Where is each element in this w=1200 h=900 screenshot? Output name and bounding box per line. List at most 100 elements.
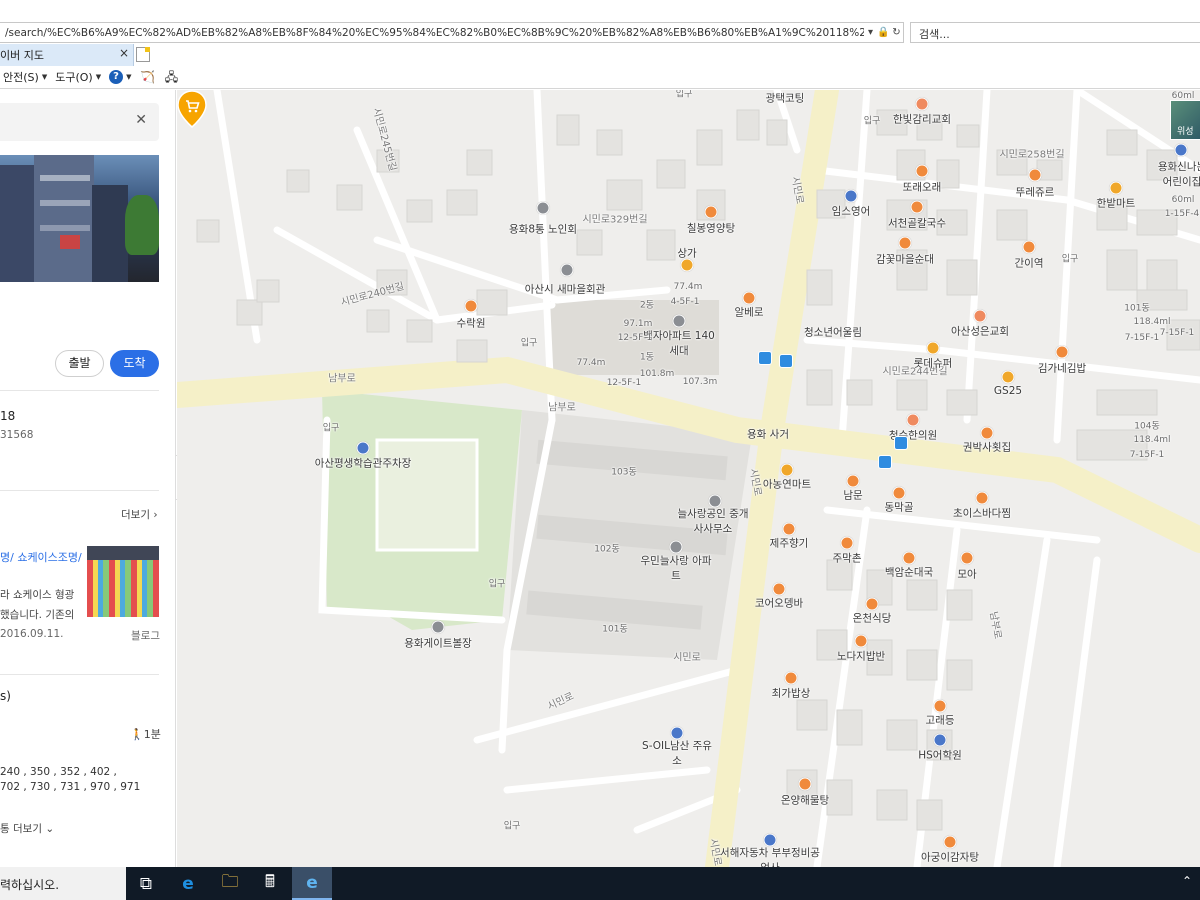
internet-explorer-icon[interactable]: e bbox=[292, 867, 332, 900]
place-goraedeung[interactable]: 고래등 bbox=[926, 713, 955, 728]
restaurant-icon[interactable] bbox=[943, 835, 957, 849]
place-onyang[interactable]: 온양해물탕 bbox=[781, 793, 829, 808]
place-soil[interactable]: S-OIL남산 주유소 bbox=[642, 738, 712, 768]
place-surakwon[interactable]: 수락원 bbox=[457, 316, 486, 331]
convenience-icon[interactable] bbox=[1001, 370, 1015, 384]
restaurant-icon[interactable] bbox=[854, 634, 868, 648]
place-hanbat[interactable]: 한밭마트 bbox=[1097, 196, 1136, 211]
menu-safety[interactable]: 안전(S) ▼ bbox=[3, 69, 47, 85]
address-url[interactable]: /search/%EC%B6%A9%EC%82%AD%EB%82%A8%EB%8… bbox=[0, 27, 864, 39]
map-canvas[interactable]: 시민로245번길 시민로240번길 시민로329번길 시민로258번길 시민로2… bbox=[177, 90, 1200, 867]
blog-thumbnail[interactable] bbox=[87, 546, 159, 617]
restaurant-icon[interactable] bbox=[902, 551, 916, 565]
mart-icon[interactable] bbox=[1109, 181, 1123, 195]
restaurant-icon[interactable] bbox=[846, 474, 860, 488]
place-choiga[interactable]: 최가밥상 bbox=[772, 686, 811, 701]
place-neulsarang[interactable]: 늘사랑공인 중개사사무소 bbox=[673, 506, 753, 536]
depart-button[interactable]: 출발 bbox=[55, 350, 104, 377]
place-parking[interactable]: 아산평생학습관주차장 bbox=[315, 456, 412, 471]
restaurant-icon[interactable] bbox=[898, 236, 912, 250]
apartment-icon[interactable] bbox=[672, 314, 686, 328]
place-oncheon[interactable]: 온천식당 bbox=[853, 611, 892, 626]
church-icon[interactable] bbox=[915, 97, 929, 111]
place-nodaji[interactable]: 노다지밥반 bbox=[837, 649, 885, 664]
place-asan-saemaeul[interactable]: 아산시 새마을회관 bbox=[520, 282, 610, 297]
taskbar-search-input[interactable]: 력하십시오. bbox=[0, 867, 126, 900]
apartment-icon[interactable] bbox=[669, 540, 683, 554]
parking-icon[interactable] bbox=[356, 441, 370, 455]
place-anong[interactable]: 아농연마트 bbox=[763, 477, 811, 492]
place-kindergarten[interactable]: 용화신나는 어린이집 bbox=[1152, 159, 1200, 189]
browser-search-input[interactable]: 검색... bbox=[910, 22, 1200, 43]
place-hs[interactable]: HS어학원 bbox=[918, 748, 962, 763]
restaurant-icon[interactable] bbox=[980, 426, 994, 440]
restaurant-icon[interactable] bbox=[1022, 240, 1036, 254]
place-asan-church[interactable]: 아산성은교회 bbox=[951, 324, 1009, 339]
restaurant-icon[interactable] bbox=[840, 536, 854, 550]
school-icon[interactable] bbox=[844, 189, 858, 203]
place-baekam[interactable]: 백암순대국 bbox=[885, 565, 933, 580]
place-imsu[interactable]: 임스영어 bbox=[832, 204, 871, 219]
arrive-button[interactable]: 도착 bbox=[110, 350, 159, 377]
sports-icon[interactable] bbox=[431, 620, 445, 634]
restaurant-icon[interactable] bbox=[892, 486, 906, 500]
restaurant-icon[interactable] bbox=[933, 699, 947, 713]
place-gs25[interactable]: GS25 bbox=[994, 385, 1022, 397]
restaurant-icon[interactable] bbox=[865, 597, 879, 611]
bus-stop-icon[interactable] bbox=[779, 354, 793, 368]
place-nammun[interactable]: 남문 bbox=[843, 488, 862, 503]
research-icon[interactable]: 🏹 bbox=[139, 69, 155, 85]
transit-more[interactable]: 통 더보기 ⌄ bbox=[0, 821, 54, 836]
place-coreo[interactable]: 코어오뎅바 bbox=[755, 596, 803, 611]
restaurant-icon[interactable] bbox=[782, 522, 796, 536]
place-seohae[interactable]: 서해자동차 부부정비공업사 bbox=[720, 845, 820, 867]
place-yonghwa-sa[interactable]: 용화 사거 bbox=[747, 427, 789, 442]
place-sanga[interactable]: 상가 bbox=[677, 246, 696, 261]
academy-icon[interactable] bbox=[933, 733, 947, 747]
place-search-bar[interactable]: ✕ bbox=[0, 103, 159, 141]
place-youth-room[interactable]: 청소년어울림 bbox=[804, 325, 862, 340]
blog-title[interactable]: 명/ 쇼케이스조명/ bbox=[0, 549, 82, 565]
file-explorer-icon[interactable]: 🗀 bbox=[210, 867, 250, 900]
public-icon[interactable] bbox=[536, 201, 550, 215]
menu-tools[interactable]: 도구(O) ▼ bbox=[55, 69, 101, 85]
mart-icon[interactable] bbox=[780, 463, 794, 477]
place-yonghwa8[interactable]: 용화8통 노인회 bbox=[509, 222, 577, 237]
restaurant-icon[interactable] bbox=[464, 299, 478, 313]
place-moa[interactable]: 모아 bbox=[957, 567, 976, 582]
bus-stop-icon[interactable] bbox=[758, 351, 772, 365]
edge-icon[interactable]: e bbox=[168, 867, 208, 900]
place-jumak[interactable]: 주막촌 bbox=[833, 551, 862, 566]
tab-naver-map[interactable]: 이버 지도 × bbox=[0, 44, 134, 66]
place-ganiyeok[interactable]: 간이역 bbox=[1015, 256, 1044, 271]
place-seocheon[interactable]: 서천골칼국수 bbox=[888, 216, 946, 231]
restaurant-icon[interactable] bbox=[1055, 345, 1069, 359]
close-icon[interactable]: ✕ bbox=[135, 112, 147, 128]
place-jeju[interactable]: 제주향기 bbox=[770, 536, 809, 551]
location-pin-icon[interactable] bbox=[177, 90, 207, 128]
church-icon[interactable] bbox=[973, 309, 987, 323]
place-gimga[interactable]: 김가네김밥 bbox=[1038, 361, 1086, 376]
restaurant-icon[interactable] bbox=[975, 491, 989, 505]
place-agungi[interactable]: 아궁이감자탕 bbox=[921, 850, 979, 865]
restaurant-icon[interactable] bbox=[784, 671, 798, 685]
place-hanbit-church[interactable]: 한빛감리교회 bbox=[893, 112, 951, 127]
menu-help[interactable]: ? ▼ bbox=[109, 70, 131, 84]
restaurant-icon[interactable] bbox=[910, 200, 924, 214]
dropdown-icon[interactable]: ▾ bbox=[864, 27, 877, 38]
restaurant-icon[interactable] bbox=[798, 777, 812, 791]
place-dongmak[interactable]: 동막골 bbox=[885, 500, 914, 515]
place-ttorae[interactable]: 또래오래 bbox=[903, 180, 942, 195]
close-icon[interactable]: × bbox=[119, 46, 129, 60]
restaurant-icon[interactable] bbox=[742, 291, 756, 305]
address-bar[interactable]: /search/%EC%B6%A9%EC%82%AD%EB%82%A8%EB%8… bbox=[0, 22, 904, 43]
refresh-icon[interactable]: ↻ bbox=[890, 27, 903, 38]
calculator-icon[interactable]: 🖩 bbox=[250, 867, 290, 900]
restaurant-icon[interactable] bbox=[915, 164, 929, 178]
translate-icon[interactable]: 🖧 bbox=[163, 69, 179, 85]
restaurant-icon[interactable] bbox=[704, 205, 718, 219]
place-gwonbak[interactable]: 권박사횟집 bbox=[963, 440, 1011, 455]
restaurant-icon[interactable] bbox=[960, 551, 974, 565]
clinic-icon[interactable] bbox=[906, 413, 920, 427]
task-view-icon[interactable]: ⧉ bbox=[126, 867, 166, 900]
